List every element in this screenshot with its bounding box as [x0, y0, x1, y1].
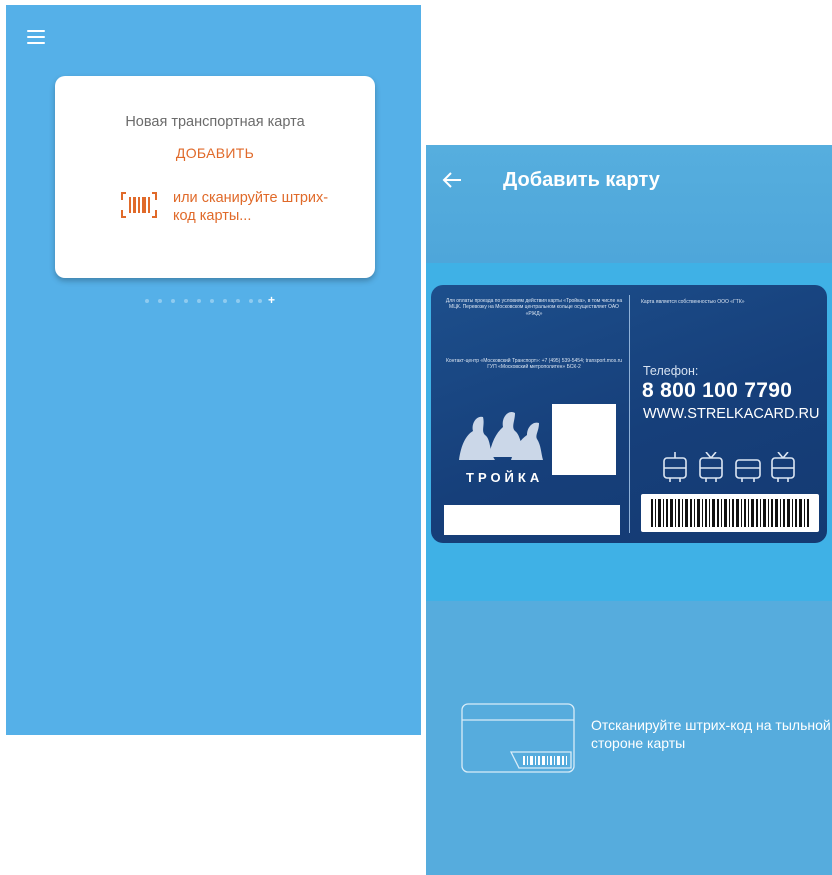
troika-brand: ТРОЙКА	[466, 470, 544, 485]
scan-barcode-button[interactable]: или сканируйте штрих-код карты...	[120, 188, 340, 232]
barcode-scan-icon	[121, 192, 157, 218]
back-arrow-icon[interactable]	[441, 171, 463, 189]
card-number-strip	[444, 505, 620, 535]
phone-number: 8 800 100 7790	[642, 379, 793, 402]
card-back-icon	[461, 703, 575, 773]
page-dot[interactable]	[158, 299, 162, 303]
card-divider	[629, 295, 630, 533]
card-terms-text: Для оплаты проезда по условиям действия …	[445, 298, 623, 317]
add-button[interactable]: ДОБАВИТЬ	[55, 145, 375, 161]
scan-barcode-label: или сканируйте штрих-код карты...	[173, 190, 329, 224]
menu-icon[interactable]	[27, 29, 47, 45]
header-area	[426, 145, 832, 263]
troika-card-image: Для оплаты проезда по условиям действия …	[431, 285, 827, 543]
page-title: Добавить карту	[503, 169, 660, 191]
page-dot[interactable]	[145, 299, 149, 303]
transport-icons	[663, 452, 795, 482]
card-contact-text: Контакт-центр «Московский Транспорт»: +7…	[445, 358, 623, 371]
page-dot[interactable]	[236, 299, 240, 303]
page-dot[interactable]	[210, 299, 214, 303]
page-dot[interactable]	[197, 299, 201, 303]
card-barcode	[641, 494, 819, 532]
scan-hint-text: Отсканируйте штрих-код на тыльной сторон…	[591, 717, 831, 751]
card-title: Новая транспортная карта	[125, 114, 305, 130]
barcode-icon	[651, 499, 809, 527]
left-screen: Новая транспортная карта ДОБАВИТЬ или ск…	[6, 5, 421, 735]
page-indicator: +	[145, 293, 285, 307]
phone-label: Телефон:	[643, 364, 699, 378]
right-screen: Добавить карту Для оплаты проезда по усл…	[426, 145, 832, 875]
card-ownership-text: Карта является собственностью ООО «ГТК»	[641, 299, 745, 305]
page-add-indicator[interactable]: +	[268, 293, 275, 307]
troika-horses-icon	[459, 411, 543, 460]
page-dot[interactable]	[249, 299, 253, 303]
scan-hint: Отсканируйте штрих-код на тыльной сторон…	[461, 698, 832, 778]
new-card-panel: Новая транспортная карта ДОБАВИТЬ или ск…	[55, 76, 375, 278]
page-dot[interactable]	[258, 299, 262, 303]
website: WWW.STRELKACARD.RU	[643, 406, 820, 422]
page-dot[interactable]	[223, 299, 227, 303]
card-chip-area	[552, 404, 616, 475]
page-dot[interactable]	[171, 299, 175, 303]
page-dot[interactable]	[184, 299, 188, 303]
